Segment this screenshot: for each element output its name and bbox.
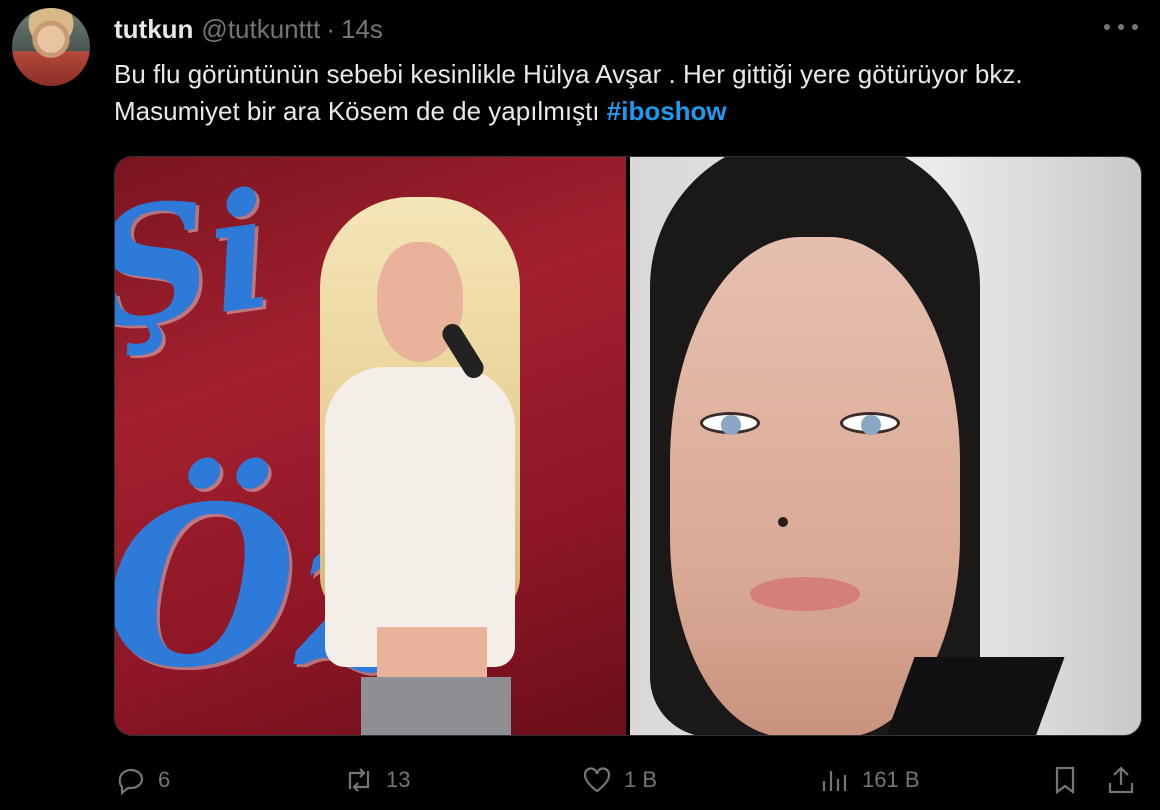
portrait-collar xyxy=(885,657,1065,735)
singer-pants xyxy=(361,677,511,735)
separator-dot: · xyxy=(326,13,335,44)
like-icon xyxy=(583,767,611,793)
portrait-eye xyxy=(700,412,760,435)
reply-count: 6 xyxy=(158,767,171,792)
author-handle[interactable]: @tutkunttt xyxy=(201,14,320,45)
portrait-lips xyxy=(750,577,860,611)
bookmark-icon xyxy=(1055,766,1075,795)
hashtag-link[interactable]: #iboshow xyxy=(607,96,727,126)
tweet-text: Bu flu görüntünün sebebi kesinlikle Hüly… xyxy=(114,56,1144,130)
like-count: 1 B xyxy=(624,767,658,792)
views-icon xyxy=(822,771,847,791)
author-name[interactable]: tutkun xyxy=(114,14,193,45)
backdrop-script-text: Şi xyxy=(115,157,284,367)
author-avatar[interactable] xyxy=(12,8,90,86)
reply-icon xyxy=(118,768,144,796)
more-icon[interactable] xyxy=(1104,16,1138,38)
tweet-timestamp[interactable]: 14s xyxy=(341,14,383,45)
share-icon xyxy=(1108,766,1134,794)
tweet-header: tutkun @tutkunttt · 14s xyxy=(114,12,383,46)
tweet-media[interactable]: Şi Öz xyxy=(114,156,1142,736)
action-bar: 6 13 1 B 161 B xyxy=(114,760,1144,800)
singer-blouse xyxy=(325,367,515,667)
media-photo-singer[interactable]: Şi Öz xyxy=(115,157,626,735)
portrait-eye xyxy=(840,412,900,435)
retweet-icon xyxy=(348,768,370,792)
views-button[interactable]: 161 B xyxy=(818,760,920,800)
retweet-button[interactable]: 13 xyxy=(342,760,410,800)
like-button[interactable]: 1 B xyxy=(580,760,657,800)
bookmark-button[interactable] xyxy=(1048,760,1082,800)
views-count: 161 B xyxy=(862,767,920,792)
media-photo-portrait[interactable] xyxy=(630,157,1141,735)
tweet-body: Bu flu görüntünün sebebi kesinlikle Hüly… xyxy=(114,59,1023,126)
reply-button[interactable]: 6 xyxy=(114,760,170,800)
retweet-count: 13 xyxy=(386,767,411,792)
share-button[interactable] xyxy=(1104,760,1138,800)
portrait-mole xyxy=(778,517,788,527)
